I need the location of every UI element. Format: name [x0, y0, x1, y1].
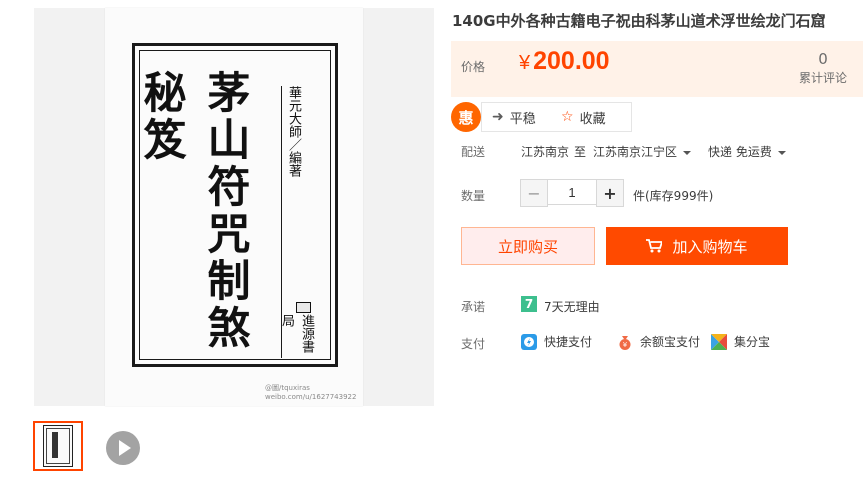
svg-text:¥: ¥: [623, 341, 628, 349]
jifenbao-icon: [711, 333, 727, 350]
cover-title: 茅山符咒制煞秘笈: [136, 70, 250, 352]
shipping-method-select[interactable]: 快递 免运费: [708, 143, 786, 160]
payment-method-quick[interactable]: 快捷支付: [521, 333, 592, 350]
review-count[interactable]: 0 累计评论: [793, 50, 853, 86]
star-icon: ☆: [561, 109, 574, 125]
quantity-label: 数量: [461, 189, 486, 203]
buy-now-button[interactable]: 立即购买: [461, 227, 595, 265]
quantity-stepper: − 1 +: [520, 179, 624, 207]
shipping-destination-select[interactable]: 江苏南京江宁区: [593, 143, 692, 160]
product-title: 140G中外各种古籍电子祝由科茅山道术浮世绘龙门石窟: [452, 12, 826, 30]
chevron-down-icon: [777, 150, 786, 155]
thumbnail-image: [43, 425, 73, 467]
image-watermark: @圖/tquxiras weibo.com/u/1627743922: [265, 384, 357, 401]
decrease-quantity-button[interactable]: −: [520, 179, 548, 207]
favorite-button[interactable]: ☆ 收藏: [551, 102, 632, 132]
shipping-from: 江苏南京: [521, 145, 570, 159]
payment-method-yuebao[interactable]: ¥ 余额宝支付: [617, 333, 700, 350]
increase-quantity-button[interactable]: +: [596, 179, 624, 207]
play-icon: [119, 440, 131, 456]
seven-day-return-icon: 7: [521, 296, 537, 312]
thumbnail-selected[interactable]: [33, 421, 83, 471]
money-bag-icon: ¥: [619, 335, 631, 350]
quick-pay-icon: [521, 333, 537, 350]
add-to-cart-button[interactable]: 加入购物车: [606, 227, 788, 265]
quantity-input[interactable]: 1: [548, 179, 596, 205]
payment-label: 支付: [461, 337, 486, 351]
payment-method-jifenbao[interactable]: 集分宝: [711, 333, 770, 350]
discount-badge-icon[interactable]: 惠: [451, 102, 481, 132]
arrow-right-icon: ➜: [492, 109, 504, 125]
cover-publisher: 進源書局: [279, 314, 314, 353]
book-cover: 茅山符咒制煞秘笈 華元大師／編著 進源書局 @圖/tquxiras weibo.…: [105, 8, 363, 406]
shipping-label: 配送: [461, 145, 486, 159]
cover-frame: 茅山符咒制煞秘笈 華元大師／編著 進源書局: [132, 43, 338, 367]
product-main-image[interactable]: 茅山符咒制煞秘笈 華元大師／編著 進源書局 @圖/tquxiras weibo.…: [34, 8, 434, 406]
shipping-to-word: 至: [574, 145, 587, 159]
cart-icon: [646, 239, 663, 253]
price-value: ¥200.00: [519, 47, 610, 75]
price-panel: 价格 ¥200.00 0 累计评论: [451, 41, 863, 97]
cover-author: 華元大師／編著: [286, 86, 301, 177]
promise-text[interactable]: 7天无理由: [544, 298, 600, 315]
chevron-down-icon: [683, 150, 692, 155]
play-video-button[interactable]: [106, 431, 140, 465]
price-trend-button[interactable]: ➜ 平稳: [481, 102, 553, 132]
publisher-seal-icon: [296, 302, 311, 313]
stock-info: 件(库存999件): [633, 189, 714, 203]
price-label: 价格: [461, 60, 486, 74]
promise-label: 承诺: [461, 300, 486, 314]
